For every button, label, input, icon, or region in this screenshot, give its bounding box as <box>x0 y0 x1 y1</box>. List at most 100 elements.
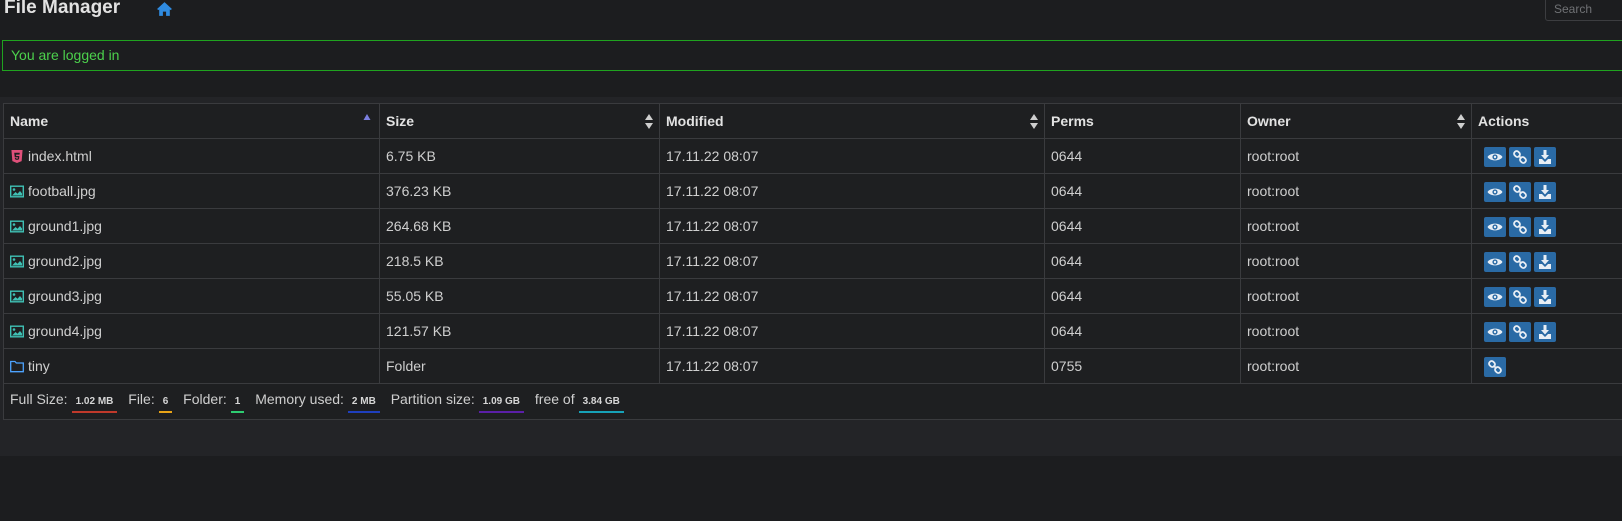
actions-cell <box>1471 173 1622 209</box>
name-cell[interactable]: ground4.jpg <box>3 313 380 349</box>
table-row[interactable]: index.html 6.75 KB 17.11.22 08:07 0644 root:… <box>3 138 1622 174</box>
image-icon <box>10 324 24 338</box>
file-name-link[interactable]: ground3.jpg <box>28 288 102 304</box>
name-cell[interactable]: index.html <box>3 138 380 174</box>
perms-cell[interactable]: 0644 <box>1044 208 1241 244</box>
direct-link-button[interactable] <box>1509 217 1531 237</box>
full-size-badge: 1.02 MB <box>71 394 118 413</box>
perms-cell[interactable]: 0644 <box>1044 243 1241 279</box>
direct-link-button[interactable] <box>1509 182 1531 202</box>
view-icon <box>1487 258 1503 266</box>
link-icon <box>1488 360 1502 374</box>
link-icon <box>1513 150 1527 164</box>
file-name-link[interactable]: index.html <box>28 148 92 164</box>
modified-cell: 17.11.22 08:07 <box>659 173 1045 209</box>
modified-cell: 17.11.22 08:07 <box>659 243 1045 279</box>
name-cell[interactable]: ground1.jpg <box>3 208 380 244</box>
actions-cell <box>1471 313 1622 349</box>
memory-used-label: Memory used: <box>255 390 344 407</box>
direct-link-button[interactable] <box>1484 357 1506 377</box>
download-button[interactable] <box>1534 287 1556 307</box>
direct-link-button[interactable] <box>1509 147 1531 167</box>
table-row[interactable]: ground4.jpg 121.57 KB 17.11.22 08:07 0644 ro… <box>3 313 1622 349</box>
actions-cell <box>1471 243 1622 279</box>
search-input[interactable] <box>1545 0 1622 21</box>
download-button[interactable] <box>1534 182 1556 202</box>
sort-icon <box>1457 114 1465 129</box>
name-cell[interactable]: tiny <box>3 348 380 384</box>
owner-cell: root:root <box>1240 278 1472 314</box>
image-icon <box>10 184 24 198</box>
table-row[interactable]: football.jpg 376.23 KB 17.11.22 08:07 0644 r… <box>3 173 1622 209</box>
size-cell: 6.75 KB <box>379 138 660 174</box>
file-name-link[interactable]: ground4.jpg <box>28 323 102 339</box>
table-row[interactable]: tiny Folder 17.11.22 08:07 0755 root:root <box>3 348 1622 384</box>
footer-row: Full Size: 1.02 MB File: 6 Folder: 1 Memory… <box>3 383 1622 420</box>
perms-cell[interactable]: 0644 <box>1044 278 1241 314</box>
name-cell[interactable]: football.jpg <box>3 173 380 209</box>
file-name-link[interactable]: ground2.jpg <box>28 253 102 269</box>
size-cell: 264.68 KB <box>379 208 660 244</box>
download-button[interactable] <box>1534 252 1556 272</box>
owner-cell: root:root <box>1240 208 1472 244</box>
folder-count-label: Folder: <box>183 390 227 407</box>
column-header-label: Name <box>10 113 49 129</box>
perms-cell[interactable]: 0755 <box>1044 348 1241 384</box>
column-header-name[interactable]: Name <box>3 103 380 139</box>
owner-cell: root:root <box>1240 138 1472 174</box>
download-icon <box>1539 220 1551 234</box>
size-cell: 121.57 KB <box>379 313 660 349</box>
table-row[interactable]: ground3.jpg 55.05 KB 17.11.22 08:07 0644 roo… <box>3 278 1622 314</box>
modified-cell: 17.11.22 08:07 <box>659 313 1045 349</box>
perms-cell[interactable]: 0644 <box>1044 313 1241 349</box>
column-header-owner[interactable]: Owner <box>1240 103 1472 139</box>
preview-button[interactable] <box>1484 147 1506 167</box>
perms-cell[interactable]: 0644 <box>1044 173 1241 209</box>
view-icon <box>1487 328 1503 336</box>
folder-icon <box>10 360 24 372</box>
name-cell[interactable]: ground3.jpg <box>3 278 380 314</box>
image-icon <box>10 289 24 303</box>
download-button[interactable] <box>1534 217 1556 237</box>
direct-link-button[interactable] <box>1509 287 1531 307</box>
file-name-link[interactable]: tiny <box>28 358 50 374</box>
column-header-modified[interactable]: Modified <box>659 103 1045 139</box>
home-icon[interactable] <box>156 1 173 17</box>
file-name-link[interactable]: ground1.jpg <box>28 218 102 234</box>
preview-button[interactable] <box>1484 217 1506 237</box>
download-button[interactable] <box>1534 147 1556 167</box>
size-cell: 218.5 KB <box>379 243 660 279</box>
sort-ascending-icon <box>363 114 371 120</box>
column-header-label: Owner <box>1247 113 1291 129</box>
partition-size-badge: 1.09 GB <box>478 394 524 413</box>
table-row[interactable]: ground1.jpg 264.68 KB 17.11.22 08:07 0644 ro… <box>3 208 1622 244</box>
preview-button[interactable] <box>1484 287 1506 307</box>
page-background <box>0 456 1622 521</box>
table-header-row: Name Size Modified Perms Owner Actions <box>3 103 1622 139</box>
preview-button[interactable] <box>1484 322 1506 342</box>
file-name-link[interactable]: football.jpg <box>28 183 96 199</box>
direct-link-button[interactable] <box>1509 322 1531 342</box>
download-icon <box>1539 255 1551 269</box>
link-icon <box>1513 325 1527 339</box>
partition-size-label: Partition size: <box>390 390 475 407</box>
name-cell[interactable]: ground2.jpg <box>3 243 380 279</box>
perms-cell[interactable]: 0644 <box>1044 138 1241 174</box>
owner-cell: root:root <box>1240 173 1472 209</box>
free-space-badge: 3.84 GB <box>578 394 624 413</box>
free-of-label: free of <box>534 390 575 407</box>
preview-button[interactable] <box>1484 252 1506 272</box>
column-header-label: Size <box>386 113 415 129</box>
login-alert: You are logged in <box>2 40 1622 71</box>
preview-button[interactable] <box>1484 182 1506 202</box>
download-button[interactable] <box>1534 322 1556 342</box>
column-header-size[interactable]: Size <box>379 103 660 139</box>
download-icon <box>1539 290 1551 304</box>
view-icon <box>1487 223 1503 231</box>
direct-link-button[interactable] <box>1509 252 1531 272</box>
table-row[interactable]: ground2.jpg 218.5 KB 17.11.22 08:07 0644 roo… <box>3 243 1622 279</box>
owner-cell: root:root <box>1240 243 1472 279</box>
sort-icon <box>645 114 653 129</box>
column-header-perms[interactable]: Perms <box>1044 103 1241 139</box>
app-title[interactable]: File Manager <box>4 0 120 19</box>
